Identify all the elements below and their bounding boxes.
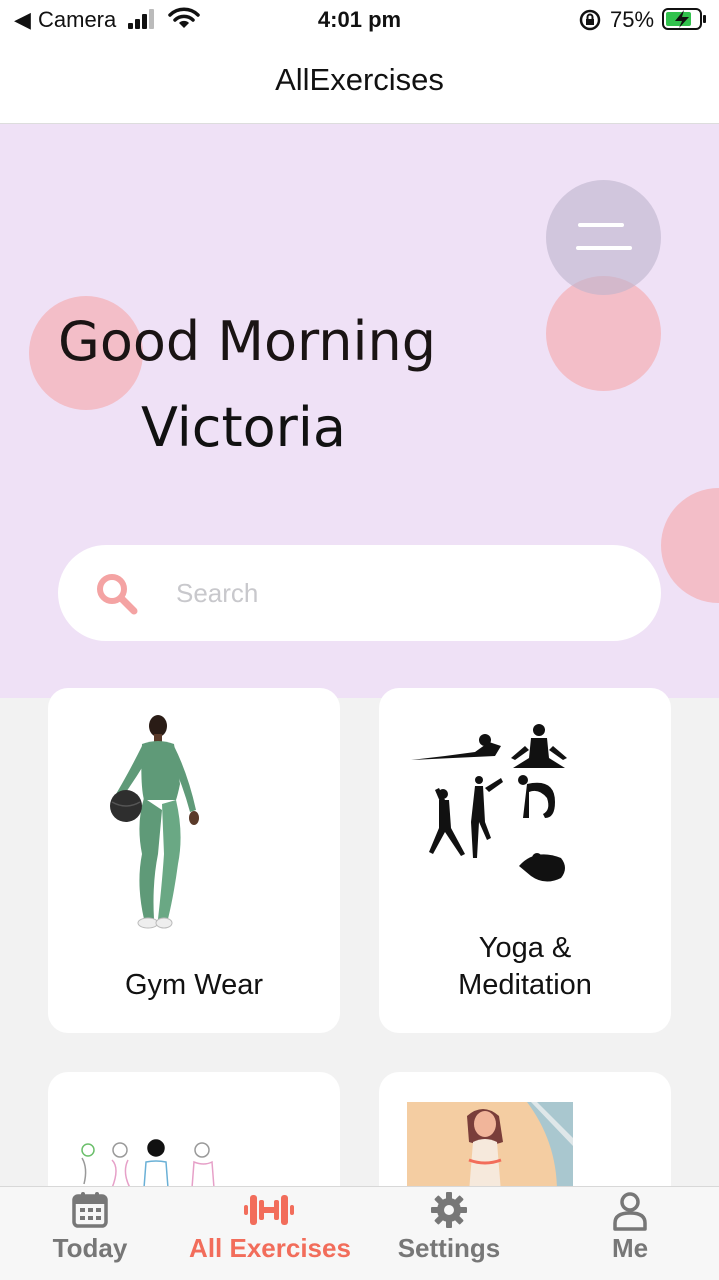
tab-label: Today [52,1233,128,1263]
tab-label: Settings [397,1233,501,1263]
tab-bar: Today All Exercises Settings Me [0,1186,719,1280]
decorative-bubble [661,488,719,603]
tab-all-exercises[interactable]: All Exercises [180,1187,360,1280]
yoga-silhouettes-image [411,724,567,882]
category-label-line2: Meditation [458,969,592,1001]
search-bar[interactable] [58,545,661,641]
tab-settings[interactable]: Settings [384,1187,514,1280]
status-bar: ◀ Camera 4:01 pm 75% [0,0,719,40]
tab-me[interactable]: Me [580,1187,680,1280]
hero-section: Good Morning Victoria [0,124,719,698]
meditating-woman-image [407,1102,573,1192]
tab-label: All Exercises [189,1233,351,1263]
category-label: Gym Wear [124,969,264,1001]
gear-icon [431,1192,467,1228]
battery-percent: 75% [610,7,655,32]
category-card-yoga-meditation[interactable]: Yoga & Meditation [379,688,671,1033]
category-label-line1: Yoga & [478,932,572,964]
gym-wear-image [110,715,199,929]
search-input[interactable] [176,573,616,613]
tab-label: Me [611,1233,649,1263]
dumbbell-icon [244,1195,294,1225]
menu-button[interactable] [546,180,661,295]
search-icon[interactable] [94,571,140,617]
greeting-user-name: Victoria [141,396,346,459]
battery-charging-icon [662,8,706,30]
category-card-gym-wear[interactable]: Gym Wear [48,688,340,1033]
navigation-bar: AllExercises [0,40,719,124]
page-title: AllExercises [275,62,444,97]
orientation-lock-icon [579,9,601,31]
person-icon [613,1192,647,1231]
greeting-line1: Good Morning [58,310,436,373]
calendar-icon [72,1192,108,1228]
tab-today[interactable]: Today [30,1187,150,1280]
